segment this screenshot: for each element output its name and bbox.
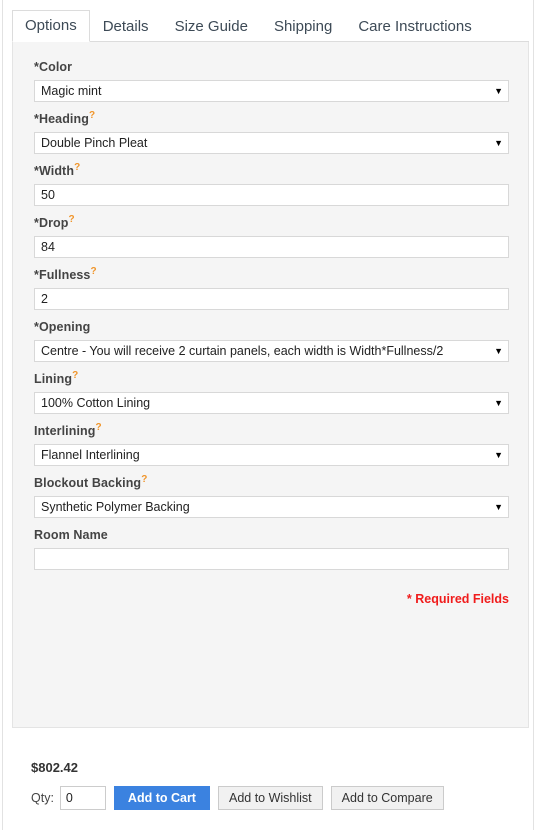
label-heading: *Heading? (34, 110, 509, 126)
tab-details[interactable]: Details (90, 11, 162, 42)
tab-size-guide[interactable]: Size Guide (162, 11, 261, 42)
label-text: *Heading (34, 112, 89, 126)
page-frame: Options Details Size Guide Shipping Care Ins… (2, 0, 534, 830)
select-opening[interactable]: Centre - You will receive 2 curtain pane… (34, 340, 509, 362)
label-opening: *Opening (34, 320, 509, 334)
options-panel: *Color Magic mint ▼ *Heading? Double Pinch P… (12, 42, 529, 728)
select-value[interactable]: Flannel Interlining (34, 444, 509, 466)
label-width: *Width? (34, 162, 509, 178)
help-question-icon[interactable]: ? (141, 474, 147, 485)
cart-actions: Qty: Add to Cart Add to Wishlist Add to … (31, 786, 444, 810)
label-fullness: *Fullness? (34, 266, 509, 282)
label-interlining: Interlining? (34, 422, 509, 438)
label-text: Interlining (34, 424, 96, 438)
label-text: *Drop (34, 216, 69, 230)
field-heading: *Heading? Double Pinch Pleat ▼ (34, 110, 509, 154)
help-question-icon[interactable]: ? (89, 110, 95, 121)
input-room-name[interactable] (34, 548, 509, 570)
field-fullness: *Fullness? (34, 266, 509, 310)
select-interlining[interactable]: Flannel Interlining ▼ (34, 444, 509, 466)
label-room-name: Room Name (34, 528, 509, 542)
label-color: *Color (34, 60, 509, 74)
label-text: *Opening (34, 320, 91, 334)
select-heading[interactable]: Double Pinch Pleat ▼ (34, 132, 509, 154)
select-blockout-backing[interactable]: Synthetic Polymer Backing ▼ (34, 496, 509, 518)
add-to-compare-button[interactable]: Add to Compare (330, 786, 444, 810)
select-value[interactable]: Centre - You will receive 2 curtain pane… (34, 340, 509, 362)
input-fullness[interactable] (34, 288, 509, 310)
select-color[interactable]: Magic mint ▼ (34, 80, 509, 102)
field-blockout-backing: Blockout Backing? Synthetic Polymer Backi… (34, 474, 509, 518)
help-question-icon[interactable]: ? (72, 370, 78, 381)
label-blockout-backing: Blockout Backing? (34, 474, 509, 490)
field-drop: *Drop? (34, 214, 509, 258)
help-question-icon[interactable]: ? (90, 266, 96, 277)
input-width[interactable] (34, 184, 509, 206)
field-width: *Width? (34, 162, 509, 206)
product-tabs: Options Details Size Guide Shipping Care Ins… (12, 9, 529, 42)
select-value[interactable]: 100% Cotton Lining (34, 392, 509, 414)
label-text: *Color (34, 60, 73, 74)
help-question-icon[interactable]: ? (74, 162, 80, 173)
label-drop: *Drop? (34, 214, 509, 230)
add-to-cart-button[interactable]: Add to Cart (113, 786, 210, 810)
label-text: Room Name (34, 528, 108, 542)
field-lining: Lining? 100% Cotton Lining ▼ (34, 370, 509, 414)
product-options-container: Options Details Size Guide Shipping Care Ins… (3, 0, 533, 830)
tab-shipping[interactable]: Shipping (261, 11, 345, 42)
options-form: *Color Magic mint ▼ *Heading? Double Pinch P… (34, 60, 509, 606)
label-text: *Width (34, 164, 75, 178)
required-fields-note: * Required Fields (406, 592, 509, 606)
select-value[interactable]: Magic mint (34, 80, 509, 102)
qty-label: Qty: (31, 791, 54, 805)
select-value[interactable]: Double Pinch Pleat (34, 132, 509, 154)
label-text: Blockout Backing (34, 476, 142, 490)
input-drop[interactable] (34, 236, 509, 258)
field-opening: *Opening Centre - You will receive 2 curt… (34, 320, 509, 362)
label-lining: Lining? (34, 370, 509, 386)
select-lining[interactable]: 100% Cotton Lining ▼ (34, 392, 509, 414)
field-room-name: Room Name (34, 528, 509, 570)
select-value[interactable]: Synthetic Polymer Backing (34, 496, 509, 518)
label-text: Lining (34, 372, 73, 386)
qty-input[interactable] (59, 786, 106, 810)
tab-care-instructions[interactable]: Care Instructions (345, 11, 484, 42)
field-interlining: Interlining? Flannel Interlining ▼ (34, 422, 509, 466)
tab-options[interactable]: Options (12, 10, 90, 42)
field-color: *Color Magic mint ▼ (34, 60, 509, 102)
product-price: $802.42 (31, 760, 78, 775)
label-text: *Fullness (34, 268, 91, 282)
help-question-icon[interactable]: ? (96, 422, 102, 433)
help-question-icon[interactable]: ? (69, 214, 75, 225)
add-to-wishlist-button[interactable]: Add to Wishlist (217, 786, 323, 810)
